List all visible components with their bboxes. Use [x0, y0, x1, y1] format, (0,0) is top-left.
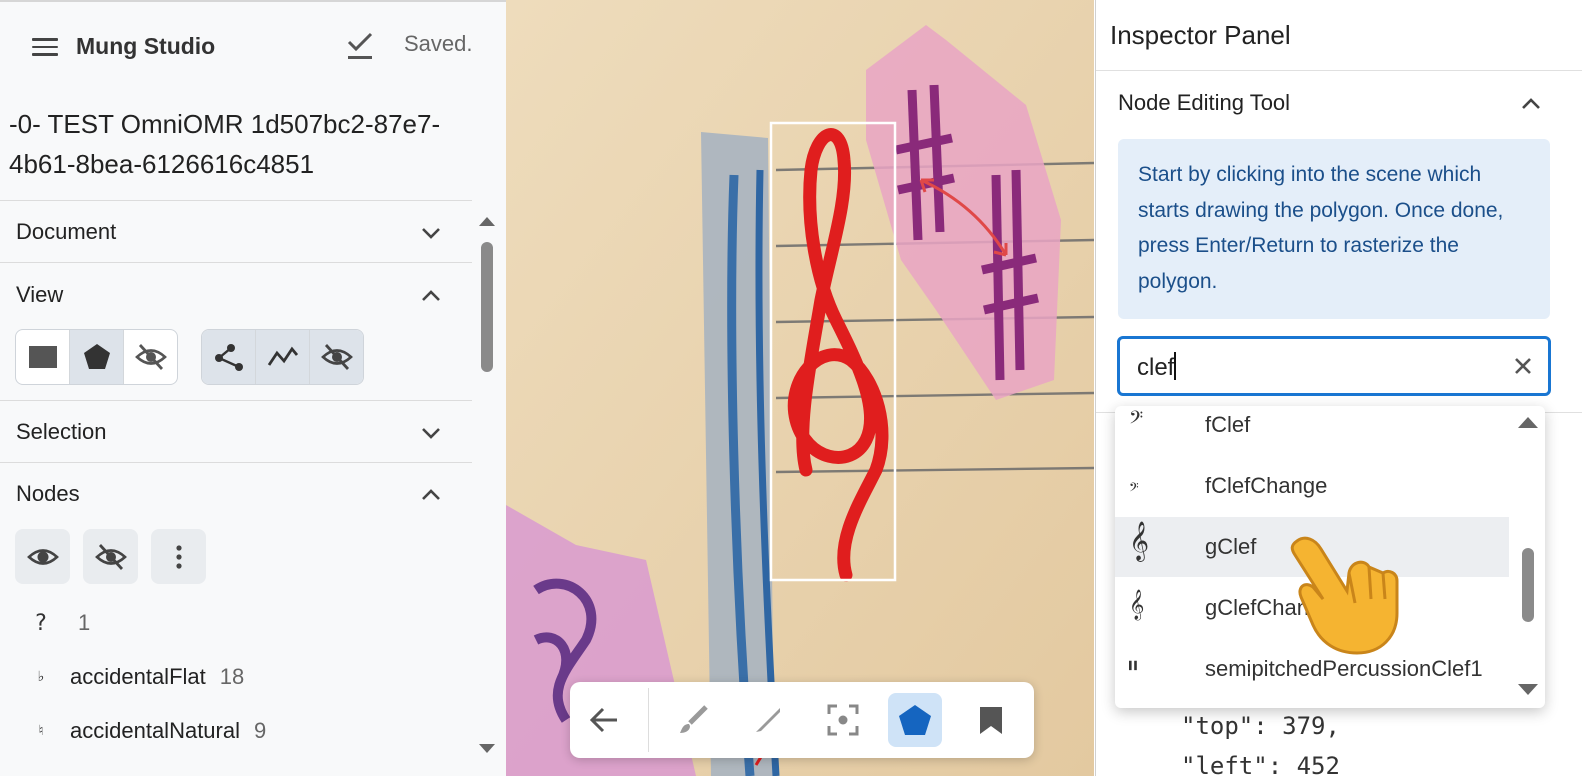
eraser-icon: [756, 708, 780, 732]
eraser-tool-button[interactable]: [741, 693, 795, 747]
dropdown-option-fclefchange[interactable]: 𝄢 fClefChange: [1115, 456, 1509, 516]
option-label: fClefChange: [1205, 473, 1328, 498]
pentagon-icon: [83, 344, 110, 369]
node-class-count: 1: [78, 610, 91, 635]
focus-tool-button[interactable]: [816, 693, 870, 747]
inspector-title: Inspector Panel: [1110, 20, 1291, 50]
f-clef-small-icon: 𝄢: [1129, 480, 1139, 498]
trend-line-icon: [267, 346, 298, 366]
polygon-tool-button[interactable]: [888, 693, 942, 747]
rectangle-icon: [28, 346, 57, 368]
section-nodes: Nodes ? 1 ♭ accidentalFlat 18 ♮ accident…: [0, 462, 472, 776]
hide-nodes-button[interactable]: [124, 330, 177, 384]
show-links-tree-button[interactable]: [202, 330, 256, 384]
node-class-row[interactable]: ♭ accidentalFlat 18: [30, 662, 245, 692]
back-button[interactable]: [577, 693, 631, 747]
info-alert: Start by clicking into the scene which s…: [1118, 139, 1550, 319]
saved-check-icon: [347, 32, 373, 59]
graph-icon: [214, 344, 243, 371]
class-search-input[interactable]: clef: [1117, 336, 1551, 396]
node-class-name: accidentalNatural: [70, 718, 240, 743]
tool-title: Node Editing Tool: [1118, 90, 1291, 115]
node-class-name: accidentalFlat: [70, 664, 206, 689]
g-clef-icon: 𝄞: [1129, 521, 1150, 561]
eye-icon: [26, 548, 59, 565]
pointing-hand-icon: [1290, 536, 1399, 655]
show-mask-button[interactable]: [70, 330, 124, 384]
nodes-more-button[interactable]: [151, 529, 206, 584]
node-class-icon: ?: [35, 610, 47, 636]
chevron-up-icon[interactable]: [420, 488, 442, 502]
eye-off-icon: [320, 344, 353, 370]
pentagon-icon: [899, 705, 931, 735]
node-class-row[interactable]: ♮ accidentalNatural 9: [30, 716, 266, 746]
natural-icon: ♮: [38, 723, 44, 739]
section-selection[interactable]: Selection: [0, 400, 472, 463]
canvas-toolbar: [570, 682, 1034, 758]
section-selection-label: Selection: [16, 419, 107, 444]
arrow-left-icon: [589, 707, 617, 733]
bookmark-polygon-icon: [980, 707, 1002, 734]
node-class-row[interactable]: ? 1: [30, 608, 90, 638]
percussion-clef-icon: 𝄥: [1129, 652, 1137, 682]
hide-links-button[interactable]: [310, 330, 363, 384]
link-display-toggle: [201, 329, 364, 385]
bookmark-tool-button[interactable]: [964, 693, 1018, 747]
section-view: View: [0, 262, 472, 401]
flat-icon: ♭: [37, 669, 45, 685]
close-icon[interactable]: [1510, 353, 1536, 379]
json-line: "top": 379,: [1181, 712, 1340, 740]
g-clef-small-icon: 𝄞: [1129, 590, 1145, 620]
dropdown-scrollbar[interactable]: [1511, 406, 1545, 708]
eye-off-icon: [94, 543, 127, 570]
f-clef-icon: 𝄢: [1129, 408, 1144, 433]
toolbar-divider: [648, 688, 649, 752]
menu-icon[interactable]: [32, 38, 58, 56]
option-label: gClef: [1205, 534, 1257, 559]
eye-off-icon: [134, 344, 167, 370]
brush-tool-button[interactable]: [666, 693, 720, 747]
chevron-up-icon[interactable]: [1520, 97, 1542, 111]
hide-all-nodes-button[interactable]: [83, 529, 138, 584]
brush-icon: [680, 705, 708, 733]
json-line: "left": 452: [1181, 752, 1340, 776]
show-bbox-button[interactable]: [16, 330, 70, 384]
score-canvas[interactable]: [506, 0, 1094, 776]
chevron-down-icon[interactable]: [420, 226, 442, 240]
left-sidebar: Mung Studio Saved. -0- TEST OmniOMR 1d50…: [0, 0, 507, 776]
info-text: Start by clicking into the scene which s…: [1138, 163, 1504, 293]
center-focus-icon: [827, 704, 859, 736]
chevron-up-icon[interactable]: [420, 289, 442, 303]
save-status: Saved.: [404, 31, 473, 56]
option-label: semipitchedPercussionClef1: [1205, 656, 1483, 681]
show-links-line-button[interactable]: [256, 330, 310, 384]
node-class-count: 18: [219, 664, 245, 689]
search-value[interactable]: clef: [1137, 352, 1176, 382]
app-title: Mung Studio: [76, 33, 216, 59]
divider: [1096, 70, 1582, 71]
section-document[interactable]: Document: [0, 200, 472, 263]
section-view-label: View: [16, 282, 64, 307]
app-header: Mung Studio Saved.: [0, 0, 506, 90]
node-class-count: 9: [253, 718, 267, 743]
show-all-nodes-button[interactable]: [15, 529, 70, 584]
document-name: -0- TEST OmniOMR 1d507bc2-87e7-4b61-8bea…: [9, 109, 441, 179]
section-document-label: Document: [16, 219, 117, 244]
more-vertical-icon: [175, 544, 182, 569]
node-display-toggle: [15, 329, 178, 385]
dropdown-option-fclef[interactable]: 𝄢 fClef: [1115, 406, 1509, 454]
sidebar-scrollbar[interactable]: [476, 212, 498, 772]
section-nodes-label: Nodes: [16, 481, 80, 506]
option-label: fClef: [1205, 412, 1251, 437]
score-image: [506, 0, 1094, 776]
chevron-down-icon[interactable]: [420, 426, 442, 440]
